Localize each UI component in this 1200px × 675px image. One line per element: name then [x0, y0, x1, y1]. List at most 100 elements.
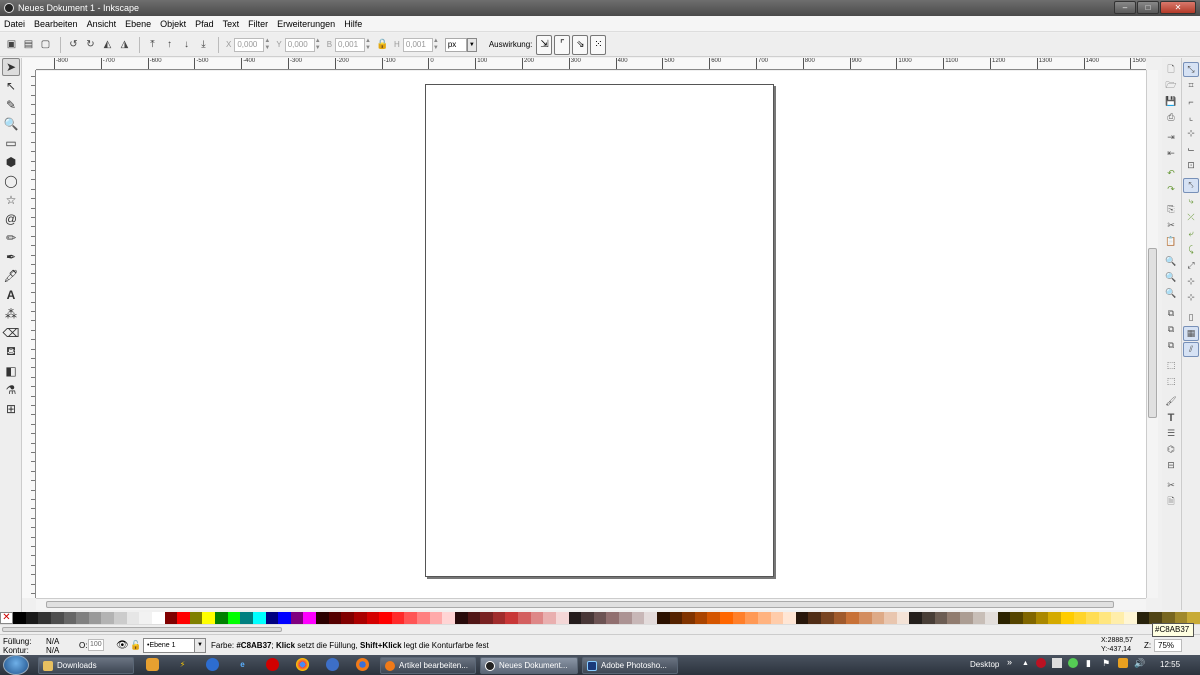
color-swatch[interactable] — [959, 612, 973, 624]
document-page[interactable] — [425, 84, 774, 577]
tray-expand-icon[interactable]: ▲ — [1022, 660, 1029, 667]
lower-icon[interactable]: ↓ — [179, 37, 194, 53]
tray-antivirus-icon[interactable] — [1036, 658, 1046, 668]
opacity-input[interactable]: 100 — [88, 639, 104, 651]
menu-datei[interactable]: Datei — [4, 19, 25, 29]
color-swatch[interactable] — [846, 612, 859, 624]
color-swatch[interactable] — [694, 612, 708, 624]
color-swatch[interactable] — [1060, 612, 1074, 624]
unlink-clone-icon[interactable]: ⧉ — [1163, 338, 1179, 353]
x-spinner-icon[interactable]: ▲ ▼ — [264, 38, 271, 52]
color-swatch[interactable] — [50, 612, 64, 624]
preferences-icon[interactable]: ✂ — [1163, 478, 1179, 493]
color-swatch[interactable] — [530, 612, 544, 624]
stroke-value[interactable]: N/A — [46, 646, 59, 655]
color-swatch[interactable] — [656, 612, 670, 624]
unit-select[interactable]: px — [444, 37, 467, 52]
clock[interactable]: 12:55 — [1160, 660, 1180, 669]
eraser-tool-icon[interactable]: ⌫ — [2, 324, 20, 342]
snap-toggle-icon[interactable]: ⤡ — [1183, 62, 1199, 77]
no-paint-swatch-icon[interactable]: ✕ — [0, 612, 13, 624]
width-spinner-icon[interactable]: ▲ ▼ — [365, 38, 372, 52]
color-swatch[interactable] — [631, 612, 645, 624]
select-all-icon[interactable]: ▣ — [4, 37, 19, 53]
color-swatch[interactable] — [770, 612, 784, 624]
vertical-scroll-thumb[interactable] — [1148, 248, 1157, 418]
maximize-button[interactable]: □ — [1137, 1, 1159, 14]
color-swatch[interactable] — [151, 612, 165, 624]
copy-icon[interactable]: ⎘ — [1163, 202, 1179, 217]
color-swatch[interactable] — [215, 612, 228, 624]
color-swatch[interactable] — [442, 612, 455, 624]
width-input[interactable]: 0,001 — [335, 37, 366, 52]
node-tool-icon[interactable]: ↖ — [2, 77, 20, 95]
color-swatch[interactable] — [240, 612, 253, 624]
color-swatch[interactable] — [76, 612, 89, 624]
redo-icon[interactable]: ↷ — [1163, 182, 1179, 197]
color-swatch[interactable] — [669, 612, 683, 624]
raise-to-top-icon[interactable]: ⤒ — [145, 37, 160, 53]
color-swatch[interactable] — [227, 612, 241, 624]
vertical-scrollbar[interactable] — [1146, 70, 1158, 598]
lock-icon[interactable]: 🔓 — [130, 640, 141, 651]
color-swatch[interactable] — [1010, 612, 1023, 624]
menu-erweiterungen[interactable]: Erweiterungen — [277, 19, 335, 29]
color-swatch[interactable] — [884, 612, 897, 624]
snap-cusp-nodes-icon[interactable]: ⤶ — [1183, 226, 1199, 241]
color-swatch[interactable] — [391, 612, 405, 624]
flip-horizontal-icon[interactable]: ◭ — [100, 37, 115, 53]
chrome-icon[interactable] — [296, 658, 309, 671]
color-swatch[interactable] — [429, 612, 443, 624]
browser-icon[interactable] — [326, 658, 339, 671]
snap-rotation-center-icon[interactable]: ⊹ — [1183, 290, 1199, 305]
desktop-toolbar-label[interactable]: Desktop — [970, 660, 999, 669]
y-input[interactable]: 0,000 — [284, 37, 315, 52]
color-swatch[interactable] — [934, 612, 948, 624]
3d-box-tool-icon[interactable]: ⬢ — [2, 153, 20, 171]
zoom-input[interactable]: 75% — [1154, 639, 1182, 652]
lower-to-bottom-icon[interactable]: ⤓ — [196, 37, 211, 53]
color-swatch[interactable] — [290, 612, 304, 624]
open-icon[interactable]: 🗁 — [1163, 78, 1179, 93]
calligraphy-tool-icon[interactable]: 🖋 — [2, 267, 20, 285]
menu-filter[interactable]: Filter — [248, 19, 268, 29]
color-swatch[interactable] — [114, 612, 127, 624]
snap-guides-icon[interactable]: ⫽ — [1183, 342, 1199, 357]
xml-editor-icon[interactable]: ⌬ — [1163, 442, 1179, 457]
double-chevron-icon[interactable]: » — [1007, 657, 1012, 667]
color-swatch[interactable] — [922, 612, 935, 624]
connector-tool-icon[interactable]: ⊞ — [2, 400, 20, 418]
color-swatch[interactable] — [720, 612, 733, 624]
x-input[interactable]: 0,000 — [234, 37, 265, 52]
new-document-icon[interactable]: 🗋 — [1163, 62, 1179, 77]
volume-icon[interactable]: 🔊 — [1134, 658, 1145, 669]
close-button[interactable]: ✕ — [1160, 1, 1196, 14]
color-swatch[interactable] — [682, 612, 695, 624]
cut-icon[interactable]: ✂ — [1163, 218, 1179, 233]
spiral-tool-icon[interactable]: @ — [2, 210, 20, 228]
snap-nodes-icon[interactable]: ⤣ — [1183, 178, 1199, 193]
color-swatch[interactable] — [555, 612, 569, 624]
tray-update-icon[interactable] — [1118, 658, 1128, 668]
color-swatch[interactable] — [38, 612, 51, 624]
color-swatch[interactable] — [593, 612, 607, 624]
color-swatch[interactable] — [252, 612, 266, 624]
color-swatch[interactable] — [833, 612, 847, 624]
print-icon[interactable]: ⎙ — [1163, 110, 1179, 125]
snap-bbox-corner-icon[interactable]: ⌞ — [1183, 110, 1199, 125]
snap-grid-icon[interactable]: ▦ — [1183, 326, 1199, 341]
menu-ebene[interactable]: Ebene — [125, 19, 151, 29]
taskbar-item-inkscape[interactable]: Neues Dokument... — [480, 657, 578, 674]
color-swatch[interactable] — [568, 612, 582, 624]
color-swatch[interactable] — [972, 612, 986, 624]
text-tool-icon[interactable]: A — [2, 286, 20, 304]
snap-page-border-icon[interactable]: ⊡ — [1183, 158, 1199, 173]
color-swatch[interactable] — [379, 612, 392, 624]
vertical-ruler[interactable] — [22, 70, 36, 598]
color-swatch[interactable] — [417, 612, 430, 624]
raise-icon[interactable]: ↑ — [162, 37, 177, 53]
network-icon[interactable]: ▮ — [1086, 658, 1091, 669]
firefox-icon[interactable] — [356, 658, 369, 671]
rotate-cw-icon[interactable]: ↻ — [83, 37, 98, 53]
zoom-tool-icon[interactable]: 🔍 — [2, 115, 20, 133]
